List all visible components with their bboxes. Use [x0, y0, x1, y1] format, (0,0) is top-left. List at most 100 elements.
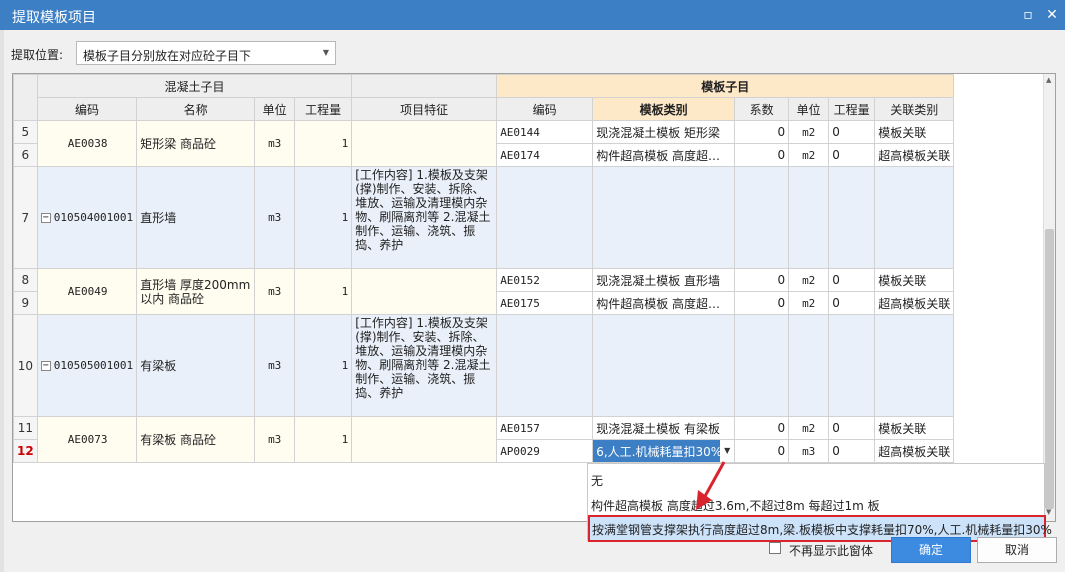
collapse-icon[interactable]: − [40, 361, 51, 371]
cell-unit[interactable]: m3 [254, 268, 296, 315]
left-edge [0, 30, 4, 572]
cell-coef[interactable]: 0 [734, 291, 790, 315]
cell-tqty[interactable]: 0 [828, 439, 876, 463]
scroll-thumb[interactable] [1045, 229, 1054, 509]
cell-coef[interactable]: 0 [734, 416, 790, 440]
cell-tunit[interactable]: m2 [788, 120, 830, 144]
cell-rel[interactable]: 模板关联 [874, 120, 955, 144]
cell-rel[interactable]: 模板关联 [874, 416, 955, 440]
col-rel[interactable]: 关联类别 [874, 97, 955, 121]
cell-feature[interactable] [351, 416, 498, 463]
red-arrow-icon [696, 461, 726, 510]
table-row[interactable]: 10 −010505001001 有梁板 m3 1 [工作内容] 1.模板及支架… [13, 314, 1054, 417]
cell-tcode[interactable]: AE0152 [496, 268, 594, 292]
col-qty[interactable]: 工程量 [294, 97, 353, 121]
cell-name[interactable]: 有梁板 [136, 314, 256, 417]
col-unit[interactable]: 单位 [254, 97, 296, 121]
cell-tqty[interactable]: 0 [828, 143, 876, 167]
table-row[interactable]: 8 AE0049 直形墙 厚度200mm以内 商品砼 m3 1 AE0152 现… [13, 268, 1054, 315]
dropdown-option[interactable]: 无 [591, 472, 603, 489]
cell-tqty[interactable]: 0 [828, 416, 876, 440]
col-coef[interactable]: 系数 [734, 97, 790, 121]
cell-tcode[interactable]: AP0029 [496, 439, 594, 463]
table-row[interactable]: 5 AE0038 矩形梁 商品砼 m3 1 AE0144 现浇混凝土模板 矩形梁… [13, 120, 1054, 167]
cell-qty[interactable]: 1 [294, 416, 353, 463]
cell-feature[interactable] [351, 268, 498, 315]
cell-qty[interactable]: 1 [294, 314, 353, 417]
cell-unit[interactable]: m3 [254, 120, 296, 167]
group-template: 模板子目 [496, 74, 955, 98]
cell-qty[interactable]: 1 [294, 268, 353, 315]
cell-tunit[interactable]: m2 [788, 291, 830, 315]
cell-tunit[interactable]: m2 [788, 268, 830, 292]
cell-name[interactable]: 直形墙 [136, 166, 256, 269]
cell-name[interactable]: 有梁板 商品砼 [136, 416, 256, 463]
cell-coef[interactable]: 0 [734, 120, 790, 144]
cell-code[interactable]: −010505001001 [36, 314, 138, 417]
col-tunit[interactable]: 单位 [788, 97, 830, 121]
col-feature[interactable]: 项目特征 [351, 97, 498, 121]
group-concrete: 混凝土子目 [36, 74, 353, 98]
no-display-checkbox[interactable] [769, 542, 781, 554]
collapse-icon[interactable]: − [40, 213, 51, 223]
no-display-label: 不再显示此窗体 [789, 544, 874, 558]
cell-tcode[interactable]: AE0157 [496, 416, 594, 440]
table-row[interactable]: 7 −010504001001 直形墙 m3 1 [工作内容] 1.模板及支架(… [13, 166, 1054, 269]
cell-tunit[interactable]: m2 [788, 143, 830, 167]
cell-code[interactable]: −010504001001 [36, 166, 138, 269]
cell-name[interactable]: 矩形梁 商品砼 [136, 120, 256, 167]
cell-tcode[interactable]: AE0175 [496, 291, 594, 315]
group-blank [351, 74, 498, 98]
cell-tqty[interactable]: 0 [828, 291, 876, 315]
dropdown-option[interactable]: 构件超高模板 高度超过3.6m,不超过8m 每超过1m 板 [591, 497, 880, 514]
cell-qty[interactable]: 1 [294, 120, 353, 167]
scroll-up-icon[interactable]: ▲ [1046, 76, 1051, 84]
position-select[interactable]: 模板子目分别放在对应砼子目下 ▼ [76, 41, 336, 65]
cell-tqty[interactable]: 0 [828, 268, 876, 292]
table-row[interactable]: 11 AE0073 有梁板 商品砼 m3 1 AE0157 现浇混凝土模板 有梁… [13, 416, 1054, 463]
close-icon[interactable]: ✕ [1043, 6, 1061, 24]
cell-tqty[interactable]: 0 [828, 120, 876, 144]
col-tcode[interactable]: 编码 [496, 97, 594, 121]
cell-ttype[interactable]: 构件超高模板 高度超… [592, 143, 736, 167]
cell-coef[interactable]: 0 [734, 439, 790, 463]
cell-rel[interactable]: 模板关联 [874, 268, 955, 292]
cell-rel[interactable]: 超高模板关联 [874, 291, 955, 315]
cell-ttype[interactable]: 现浇混凝土模板 直形墙 [592, 268, 736, 292]
cell-ttype[interactable]: 构件超高模板 高度超… [592, 291, 736, 315]
scroll-down-icon[interactable]: ▼ [1046, 508, 1051, 516]
chevron-down-icon: ▼ [322, 48, 329, 57]
cell-tunit[interactable]: m2 [788, 416, 830, 440]
cell-feature[interactable]: [工作内容] 1.模板及支架(撑)制作、安装、拆除、堆放、运输及清理模内杂物、刷… [351, 166, 498, 269]
col-ttype[interactable]: 模板类别 [592, 97, 736, 121]
ok-button[interactable]: 确定 [891, 537, 971, 563]
cell-code[interactable]: AE0073 [36, 416, 138, 463]
cell-rel[interactable]: 超高模板关联 [874, 439, 955, 463]
cell-unit[interactable]: m3 [254, 416, 296, 463]
col-code[interactable]: 编码 [36, 97, 138, 121]
cell-ttype[interactable]: 现浇混凝土模板 矩形梁 [592, 120, 736, 144]
cell-tcode[interactable]: AE0144 [496, 120, 594, 144]
cancel-button[interactable]: 取消 [977, 537, 1057, 563]
cell-feature[interactable]: [工作内容] 1.模板及支架(撑)制作、安装、拆除、堆放、运输及清理模内杂物、刷… [351, 314, 498, 417]
cell-unit[interactable]: m3 [254, 166, 296, 269]
maximize-icon[interactable]: ▫ [1019, 6, 1037, 24]
cell-coef[interactable]: 0 [734, 268, 790, 292]
col-name[interactable]: 名称 [136, 97, 256, 121]
cell-qty[interactable]: 1 [294, 166, 353, 269]
cell-code[interactable]: AE0049 [36, 268, 138, 315]
title-bar: 提取模板项目 ▫ ✕ [0, 0, 1065, 30]
cell-rel[interactable]: 超高模板关联 [874, 143, 955, 167]
cell-feature[interactable] [351, 120, 498, 167]
col-tqty[interactable]: 工程量 [828, 97, 876, 121]
vertical-scrollbar[interactable]: ▲ ▼ [1043, 74, 1055, 521]
cell-name[interactable]: 直形墙 厚度200mm以内 商品砼 [136, 268, 256, 315]
cell-tunit[interactable]: m3 [788, 439, 830, 463]
template-grid: 混凝土子目 模板子目 编码 名称 单位 工程量 项目特征 编码 模板类别 系数 … [12, 73, 1056, 522]
cell-ttype[interactable]: 现浇混凝土模板 有梁板 [592, 416, 736, 440]
cell-coef[interactable]: 0 [734, 143, 790, 167]
cell-tcode[interactable]: AE0174 [496, 143, 594, 167]
cell-code[interactable]: AE0038 [36, 120, 138, 167]
cell-unit[interactable]: m3 [254, 314, 296, 417]
chevron-down-icon[interactable]: ▼ [720, 440, 734, 462]
